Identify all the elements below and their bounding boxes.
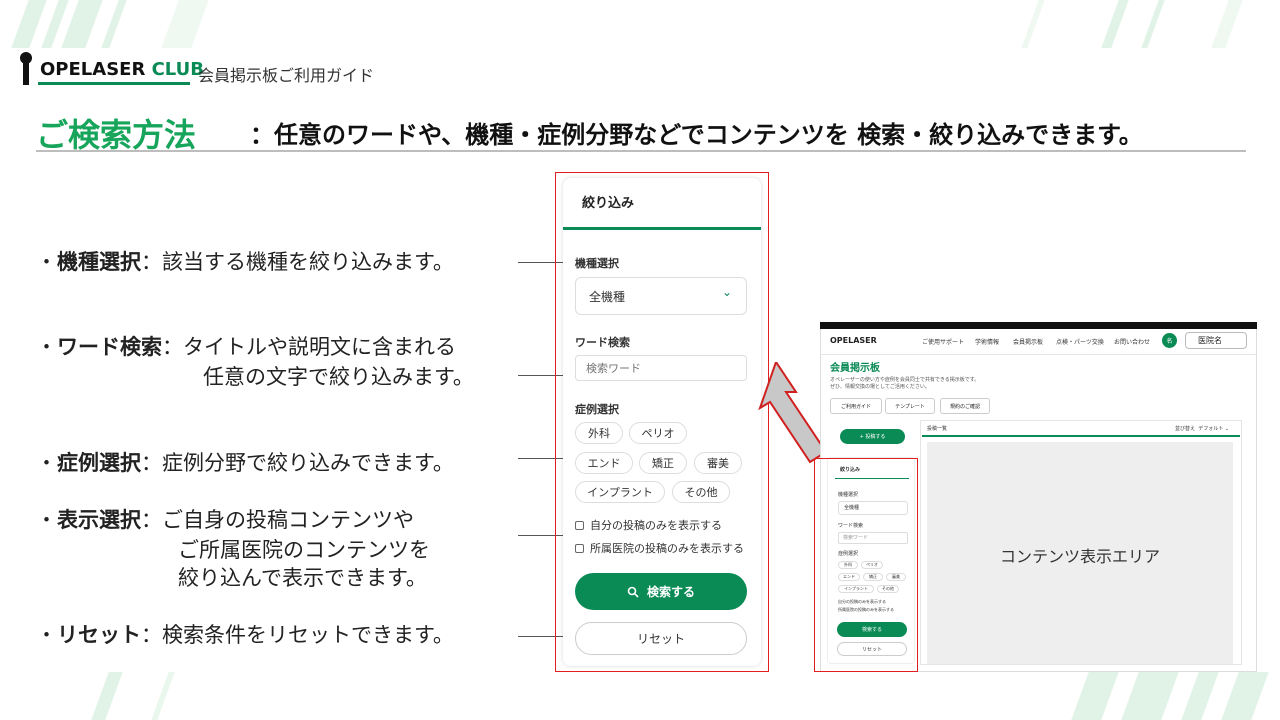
decor-stripe <box>1121 672 1179 720</box>
logo-underline <box>38 82 190 85</box>
decor-stripe <box>11 0 47 48</box>
case-chip-surgery[interactable]: 外科 <box>575 422 623 444</box>
decor-stripe <box>151 672 175 720</box>
chevron-down-icon: ⌄ <box>722 285 733 299</box>
guide-subtitle: 会員掲示板ご利用ガイド <box>198 66 375 85</box>
checkbox-icon[interactable] <box>575 520 584 530</box>
desc-display-line2: ご所属医院のコンテンツを <box>178 538 430 562</box>
case-chip-implant[interactable]: インプラント <box>575 481 665 503</box>
site-search-button[interactable]: 検索する <box>837 622 907 637</box>
desc-case: ・症例選択：症例分野で絞り込みできます。 <box>36 451 454 475</box>
search-button[interactable]: 検索する <box>575 573 747 610</box>
site-chip[interactable]: その他 <box>877 585 899 593</box>
site-model-label: 機種選択 <box>838 492 859 498</box>
site-nav-support[interactable]: ご使用サポート <box>922 337 964 346</box>
site-logo: OPELASER <box>830 336 877 345</box>
key-icon <box>20 52 32 86</box>
site-word-input[interactable]: 検索ワード <box>838 532 908 544</box>
filter-panel-divider <box>563 227 761 230</box>
decor-stripe <box>1181 672 1219 720</box>
site-nav-board[interactable]: 会員掲示板 <box>1013 337 1043 346</box>
site-terms-button[interactable]: 規約のご確認 <box>940 398 990 414</box>
case-label: 症例選択 <box>575 403 619 416</box>
site-checkbox-clinic[interactable]: 所属医院の投稿のみを表示する <box>838 607 894 613</box>
checkbox-own-posts[interactable]: 自分の投稿のみを表示する <box>575 517 722 533</box>
site-list-title: 投稿一覧 <box>927 426 948 432</box>
case-chip-ortho[interactable]: 矯正 <box>639 452 687 474</box>
desc-reset: ・リセット：検索条件をリセットできます。 <box>36 623 454 647</box>
title-divider <box>36 150 1246 152</box>
case-chip-perio[interactable]: ペリオ <box>629 422 687 444</box>
desc-display-line3: 絞り込んで表示できます。 <box>178 566 427 590</box>
desc-model: ・機種選択：該当する機種を絞り込みます。 <box>36 250 454 274</box>
search-icon <box>627 586 639 598</box>
reset-button[interactable]: リセット <box>575 622 747 655</box>
site-chip[interactable]: ペリオ <box>861 561 883 569</box>
decor-stripe <box>161 0 209 48</box>
site-chip[interactable]: 外科 <box>838 561 858 569</box>
decor-stripe <box>101 0 127 48</box>
page-title-description: ：任意のワードや、機種・症例分野などでコンテンツを 検索・絞り込みできます。 <box>250 121 1143 149</box>
hospital-select[interactable]: 医院名 <box>1185 332 1247 349</box>
case-chip-other[interactable]: その他 <box>672 481 730 503</box>
site-topbar <box>820 322 1257 329</box>
site-post-button[interactable]: + 投稿する <box>840 429 905 444</box>
avatar[interactable]: 名 <box>1162 333 1177 348</box>
desc-word-line2: 任意の文字で絞り込みます。 <box>203 365 474 389</box>
decor-stripe <box>61 0 103 48</box>
brand-logo: OPELASER CLUB <box>20 52 204 86</box>
decor-stripe <box>1021 0 1045 48</box>
site-nav-contact[interactable]: お問い合わせ <box>1114 337 1150 346</box>
site-heading: 会員掲示板 <box>830 363 880 374</box>
case-chip-esthetic[interactable]: 審美 <box>694 452 742 474</box>
pointer-arrow-icon <box>758 362 828 464</box>
site-template-button[interactable]: テンプレート <box>885 398 935 414</box>
site-reset-button[interactable]: リセット <box>837 642 907 656</box>
site-model-select[interactable]: 全機種 <box>838 501 908 515</box>
site-header-divider <box>820 354 1257 355</box>
filter-panel-title: 絞り込み <box>582 196 635 211</box>
decor-stripe <box>1141 0 1165 48</box>
model-select-value: 全機種 <box>589 290 626 304</box>
site-nav-parts[interactable]: 点検・パーツ交換 <box>1056 337 1104 346</box>
decor-stripe <box>1221 672 1269 720</box>
site-list-divider <box>922 435 1240 437</box>
model-label: 機種選択 <box>575 257 619 270</box>
site-chip[interactable]: 矯正 <box>863 573 883 581</box>
site-checkbox-own[interactable]: 自分の投稿のみを表示する <box>838 599 886 605</box>
site-nav-academic[interactable]: 学術情報 <box>975 337 999 346</box>
case-chip-endo[interactable]: エンド <box>575 452 633 474</box>
logo-club: CLUB <box>151 58 204 80</box>
decor-stripe <box>1101 0 1129 48</box>
site-description: オペレーザーの使い方や症例を会員同士で共有できる掲示板です。 ぜひ、情報交換の場… <box>830 377 980 390</box>
site-guide-button[interactable]: ご利用ガイド <box>830 398 882 414</box>
decor-stripe <box>1211 0 1243 48</box>
desc-display: ・表示選択：ご自身の投稿コンテンツや <box>36 508 414 532</box>
checkbox-icon[interactable] <box>575 543 584 553</box>
content-area-label: コンテンツ表示エリア <box>999 547 1160 566</box>
site-panel-divider <box>835 478 909 479</box>
logo-main: OPELASER <box>40 58 146 80</box>
site-sort[interactable]: 並び替え デフォルト ⌄ <box>1175 425 1229 432</box>
desc-word: ・ワード検索：タイトルや説明文に含まれる <box>36 335 456 359</box>
site-panel-title: 絞り込み <box>840 467 861 473</box>
site-chip[interactable]: エンド <box>838 573 860 581</box>
decor-stripe <box>1071 672 1119 720</box>
word-label: ワード検索 <box>575 336 630 349</box>
checkbox-clinic-posts[interactable]: 所属医院の投稿のみを表示する <box>575 540 744 556</box>
decor-stripe <box>91 672 123 720</box>
site-case-label: 症例選択 <box>838 551 859 557</box>
site-chip[interactable]: インプラント <box>838 585 874 593</box>
site-chip[interactable]: 審美 <box>886 573 906 581</box>
site-word-label: ワード検索 <box>838 523 864 529</box>
word-search-input[interactable] <box>575 355 747 381</box>
